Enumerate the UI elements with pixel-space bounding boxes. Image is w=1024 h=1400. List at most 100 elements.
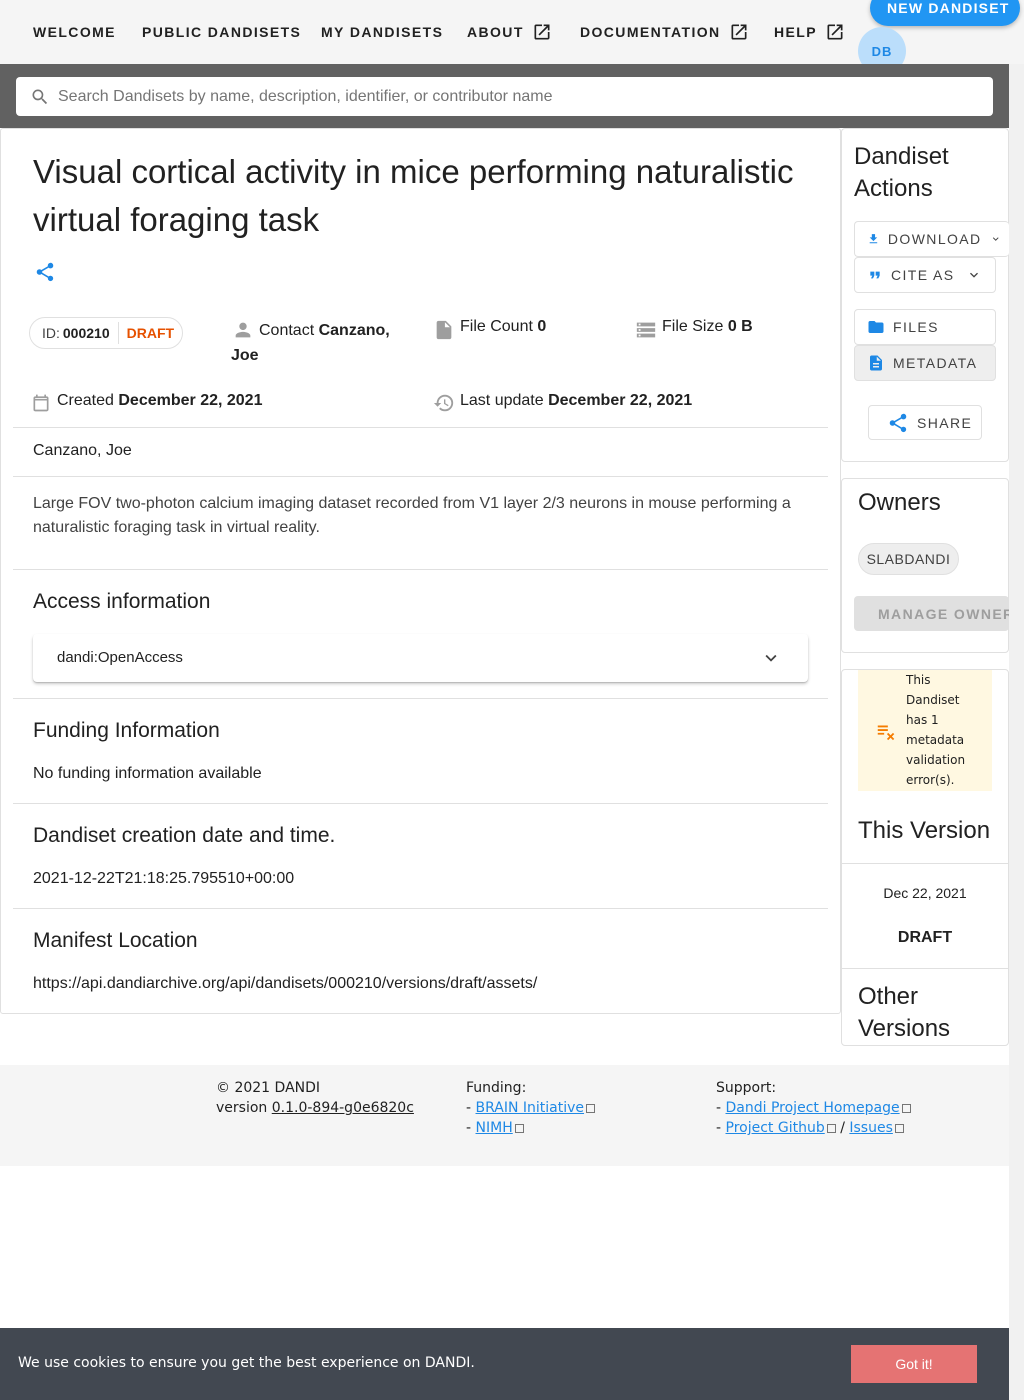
updated-label: Last update (460, 392, 544, 409)
quote-icon (870, 271, 880, 279)
divider (842, 968, 1008, 969)
nav-about[interactable]: ABOUT (467, 18, 552, 46)
chevron-down-icon (765, 654, 777, 662)
nav-help[interactable]: HELP (774, 18, 845, 46)
divider (13, 908, 828, 909)
divider (13, 803, 828, 804)
nav-documentation[interactable]: DOCUMENTATION (580, 18, 749, 46)
footer-version-label: version (216, 1100, 268, 1116)
nav-public-label: PUBLIC DANDISETS (142, 24, 302, 40)
nav-about-label: ABOUT (467, 24, 524, 40)
file-icon (436, 320, 452, 340)
search-icon (32, 89, 48, 104)
nav-docs-label: DOCUMENTATION (580, 24, 721, 40)
cite-as-button[interactable]: CITE AS (854, 257, 996, 293)
contributors: Canzano, Joe (33, 442, 132, 459)
created-date: Created December 22, 2021 (57, 392, 262, 410)
funding-title: Funding Information (33, 719, 220, 742)
divider (842, 863, 1008, 864)
project-github-link[interactable]: Project Github (726, 1120, 825, 1136)
chevron-down-icon (992, 237, 999, 241)
created-label: Created (57, 392, 114, 409)
actions-title: Dandiset Actions (854, 143, 949, 202)
footer: © 2021 DANDI version 0.1.0-894-g0e6820c … (0, 1065, 1009, 1166)
folder-icon (868, 321, 884, 333)
external-link-icon (826, 1124, 836, 1133)
dandiset-id: 000210 (62, 325, 110, 341)
scrollbar[interactable] (1009, 64, 1024, 1400)
nimh-link[interactable]: NIMH (476, 1120, 513, 1136)
download-button[interactable]: DOWNLOAD (854, 221, 1009, 257)
open-in-new-icon (534, 24, 550, 40)
storage-icon (636, 322, 656, 338)
share-label: SHARE (917, 414, 973, 431)
contact-info: Contact Canzano, Joe (231, 318, 421, 368)
id-label: ID: (42, 325, 60, 341)
open-in-new-icon (731, 24, 747, 40)
manifest-value: https://api.dandiarchive.org/api/dandise… (33, 975, 538, 992)
metadata-label: METADATA (893, 355, 978, 371)
divider (13, 427, 828, 428)
divider (13, 569, 828, 570)
external-link-icon (894, 1124, 904, 1133)
brain-initiative-link[interactable]: BRAIN Initiative (476, 1100, 585, 1116)
chevron-down-icon (970, 272, 979, 278)
divider (13, 476, 828, 477)
document-icon (870, 355, 882, 371)
footer-copyright: © 2021 DANDI (216, 1080, 321, 1096)
dandi-homepage-link[interactable]: Dandi Project Homepage (726, 1100, 900, 1116)
file-size-value: 0 B (727, 318, 753, 335)
footer-dash: - (716, 1120, 722, 1136)
manage-owners-button[interactable]: MANAGE OWNERS (854, 596, 1009, 631)
access-expansion-panel[interactable]: dandi:OpenAccess (33, 634, 808, 682)
footer-copyright-block: © 2021 DANDI version 0.1.0-894-g0e6820c (216, 1078, 414, 1118)
other-versions-title: Other Versions (858, 983, 951, 1042)
contact-label: Contact (259, 322, 315, 339)
footer-dash: - (466, 1120, 472, 1136)
nav-welcome-label: WELCOME (33, 24, 116, 40)
file-size-label: File Size (662, 318, 724, 335)
access-title: Access information (33, 590, 211, 613)
funding-value: No funding information available (33, 765, 262, 782)
nav-welcome[interactable]: WELCOME (33, 18, 116, 46)
nav-public-dandisets[interactable]: PUBLIC DANDISETS (142, 18, 301, 46)
download-icon (869, 234, 878, 244)
new-dandiset-button[interactable]: NEW DANDISET (870, 0, 1020, 26)
cookie-accept-button[interactable]: Got it! (851, 1345, 977, 1383)
share-button[interactable]: SHARE (868, 405, 982, 440)
calendar-icon (33, 394, 49, 412)
footer-dash: - (716, 1100, 722, 1116)
external-link-icon (901, 1104, 911, 1113)
search-band: Search Dandisets by name, description, i… (0, 64, 1009, 128)
open-in-new-icon (827, 24, 843, 40)
dandiset-description: Large FOV two-photon calcium imaging dat… (33, 495, 791, 536)
dandiset-id-chip: ID: 000210 DRAFT (29, 317, 183, 349)
share-icon[interactable] (34, 261, 56, 283)
nav-my-dandisets[interactable]: MY DANDISETS (321, 18, 443, 46)
validation-warning[interactable]: This Dandiset has 1 metadata validation … (858, 670, 992, 791)
chip-divider (117, 322, 119, 344)
creation-value: 2021-12-22T21:18:25.795510+00:00 (33, 870, 295, 887)
file-count-value: 0 (537, 318, 547, 335)
issues-link[interactable]: Issues (849, 1120, 893, 1136)
history-icon (433, 394, 454, 412)
metadata-button[interactable]: METADATA (854, 345, 996, 381)
footer-version-link[interactable]: 0.1.0-894-g0e6820c (272, 1100, 414, 1116)
version-title: This Version (858, 817, 991, 844)
footer-support-label: Support: (716, 1080, 777, 1096)
owner-chip: SLABDANDI (858, 543, 959, 575)
access-value: dandi:OpenAccess (57, 649, 183, 666)
nav-help-label: HELP (774, 24, 817, 40)
playlist-remove-icon (877, 725, 895, 741)
file-size: File Size 0 B (662, 318, 753, 336)
search-input[interactable]: Search Dandisets by name, description, i… (16, 77, 993, 116)
download-label: DOWNLOAD (887, 231, 982, 247)
nav-my-label: MY DANDISETS (321, 24, 444, 40)
divider (13, 698, 828, 699)
files-button[interactable]: FILES (854, 309, 996, 345)
version-status[interactable]: DRAFT (842, 929, 1008, 947)
external-link-icon (586, 1104, 596, 1113)
last-update-date: Last update December 22, 2021 (460, 392, 692, 410)
search-placeholder: Search Dandisets by name, description, i… (58, 87, 553, 105)
footer-funding-label: Funding: (466, 1080, 527, 1096)
